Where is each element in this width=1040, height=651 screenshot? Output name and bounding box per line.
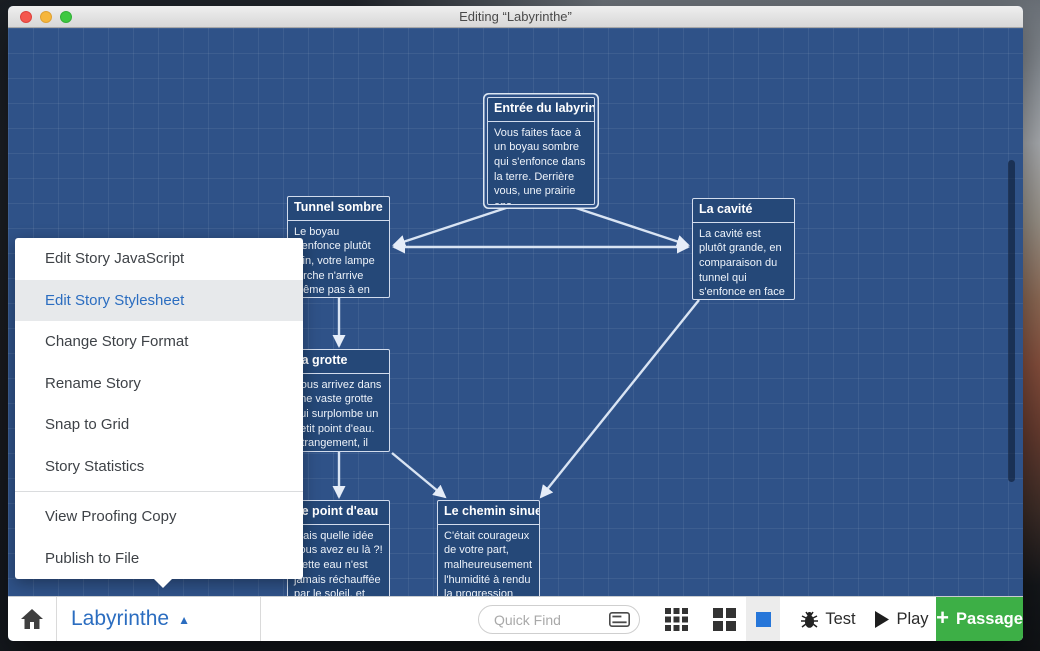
chevron-up-icon: ▲ xyxy=(178,611,190,627)
passage-excerpt: Vous arrivez dans une vaste grotte qui s… xyxy=(288,374,389,452)
passage-title: Le chemin sinueux xyxy=(438,501,539,525)
bug-icon xyxy=(800,609,819,630)
passage-excerpt: Mais quelle idée vous avez eu là ?! Cett… xyxy=(288,525,389,596)
passage-excerpt: La cavité est plutôt grande, en comparai… xyxy=(693,223,794,300)
app-window: Editing “Labyrinthe” Entrée du labyrinth… xyxy=(8,6,1023,641)
passage-title: Le point d'eau xyxy=(288,501,389,525)
zoom-window-button[interactable] xyxy=(60,11,72,23)
home-icon xyxy=(20,608,44,630)
play-button[interactable]: Play xyxy=(870,597,934,641)
blue-square-icon xyxy=(756,612,771,627)
minimize-window-button[interactable] xyxy=(40,11,52,23)
menu-item-view-proofing-copy[interactable]: View Proofing Copy xyxy=(15,496,303,538)
quick-find-input[interactable] xyxy=(492,611,609,629)
passage-title: Tunnel sombre xyxy=(288,197,389,221)
passage-link-line xyxy=(541,300,699,497)
menu-item-snap-to-grid[interactable]: Snap to Grid xyxy=(15,404,303,446)
new-passage-button[interactable]: + Passage xyxy=(936,597,1023,641)
traffic-lights xyxy=(20,11,72,23)
story-title: Labyrinthe xyxy=(71,607,169,631)
menu-item-edit-story-javascript[interactable]: Edit Story JavaScript xyxy=(15,238,303,280)
quick-find-field xyxy=(478,605,640,634)
plus-icon: + xyxy=(936,607,949,631)
passage-card[interactable]: Le chemin sinueuxC'était courageux de vo… xyxy=(437,500,540,596)
desktop-wallpaper: Editing “Labyrinthe” Entrée du labyrinth… xyxy=(0,0,1040,651)
menu-item-edit-story-stylesheet[interactable]: Edit Story Stylesheet xyxy=(15,280,303,322)
menu-divider xyxy=(15,491,303,492)
passage-card[interactable]: La cavitéLa cavité est plutôt grande, en… xyxy=(692,198,795,300)
play-label: Play xyxy=(896,610,928,629)
window-title: Editing “Labyrinthe” xyxy=(459,9,572,24)
passage-link-line xyxy=(394,205,515,245)
passage-excerpt: C'était courageux de votre part, malheur… xyxy=(438,525,539,596)
passage-card[interactable]: Entrée du labyrintheVous faites face à u… xyxy=(487,97,595,205)
window-titlebar: Editing “Labyrinthe” xyxy=(8,6,1023,28)
passage-excerpt: Vous faites face à un boyau sombre qui s… xyxy=(488,122,594,205)
passage-excerpt: Le boyau s'enfonce plutôt loin, votre la… xyxy=(288,221,389,298)
menu-item-change-story-format[interactable]: Change Story Format xyxy=(15,321,303,363)
menu-item-rename-story[interactable]: Rename Story xyxy=(15,363,303,405)
menu-tail xyxy=(153,578,173,588)
new-passage-label: Passage xyxy=(956,610,1023,629)
menu-item-publish-to-file[interactable]: Publish to File xyxy=(15,538,303,580)
passage-link-line xyxy=(567,205,688,245)
zoom-medium-button[interactable] xyxy=(703,597,745,641)
vertical-scrollbar-thumb[interactable] xyxy=(1008,160,1015,482)
passage-title: La grotte xyxy=(288,350,389,374)
grid-4-icon xyxy=(713,608,736,631)
home-button[interactable] xyxy=(8,597,56,641)
test-button[interactable]: Test xyxy=(788,597,868,641)
zoom-full-button-active[interactable] xyxy=(746,597,780,641)
story-menu-button[interactable]: Labyrinthe ▲ xyxy=(56,597,261,641)
close-window-button[interactable] xyxy=(20,11,32,23)
play-icon xyxy=(875,611,889,628)
menu-item-story-statistics[interactable]: Story Statistics xyxy=(15,446,303,488)
test-label: Test xyxy=(825,610,855,629)
story-menu-popover: Edit Story JavaScriptEdit Story Styleshe… xyxy=(15,238,303,579)
passage-title: Entrée du labyrinthe xyxy=(488,98,594,122)
passage-link-line xyxy=(392,453,445,497)
bottom-toolbar: Labyrinthe ▲ xyxy=(8,596,1023,641)
passage-title: La cavité xyxy=(693,199,794,223)
keyboard-icon xyxy=(609,612,630,627)
grid-9-icon xyxy=(665,608,688,631)
zoom-small-button[interactable] xyxy=(655,597,697,641)
